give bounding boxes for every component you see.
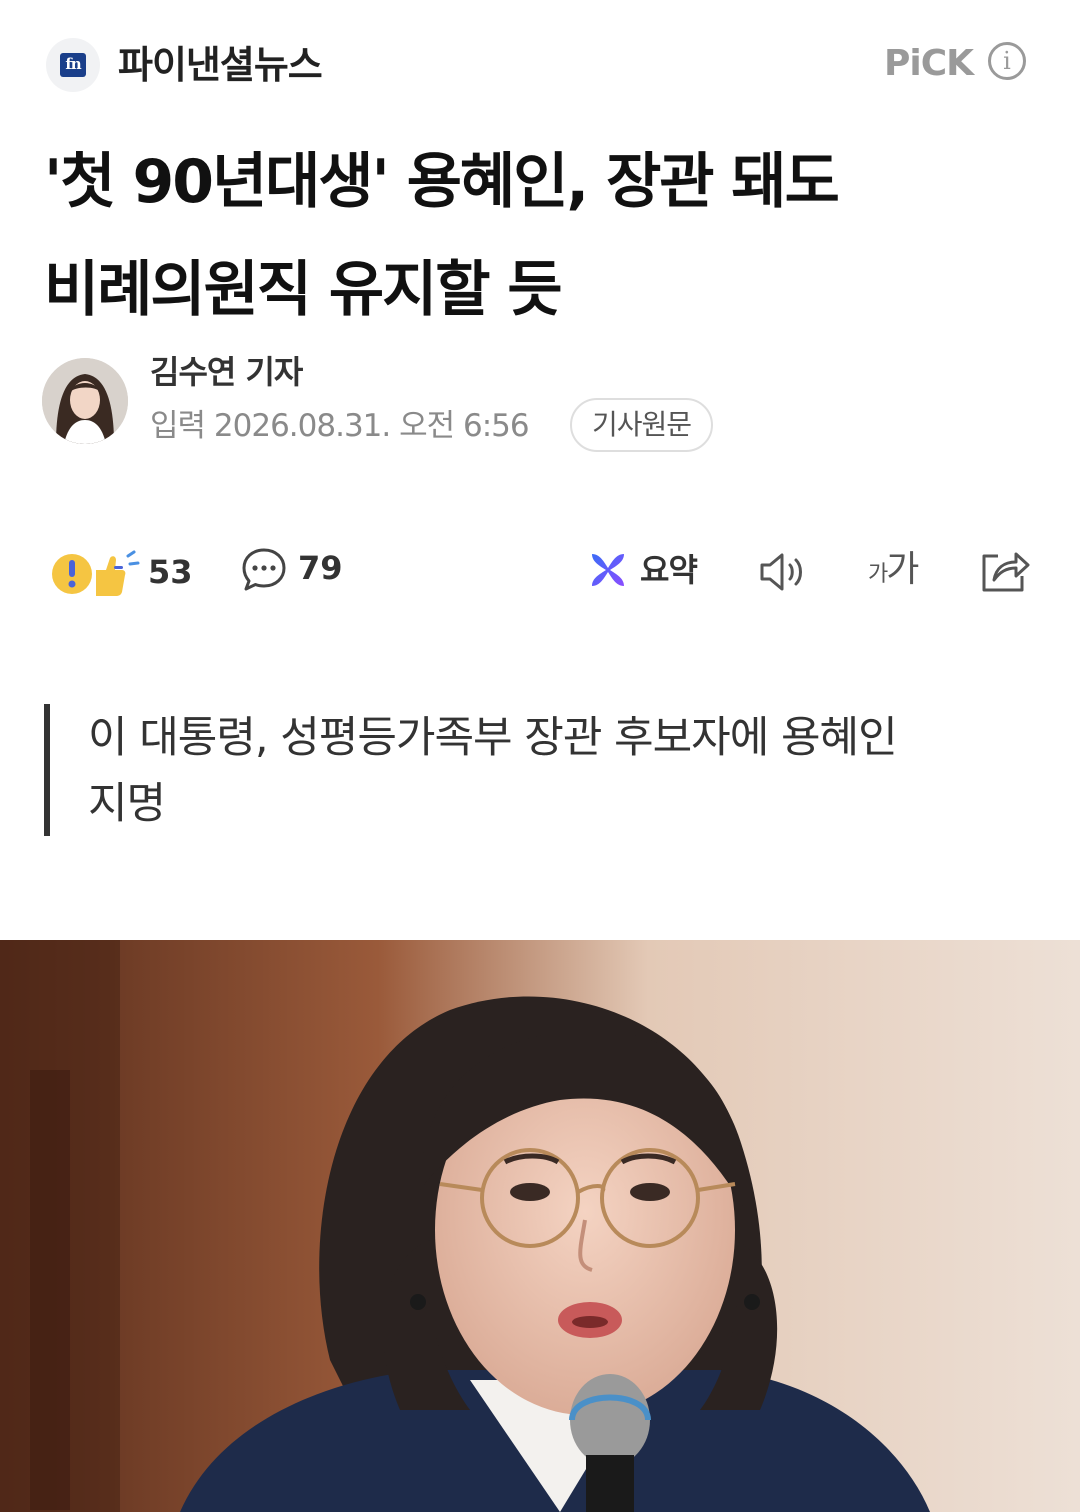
reporter-photo [42,358,128,444]
summary-button[interactable]: 요약 [640,548,698,592]
reporter-name[interactable]: 김수연 기자 [150,350,303,394]
original-article-button[interactable]: 기사원문 [570,398,714,452]
publish-date: 입력 2026.08.31. 오전 6:56 [150,408,530,444]
article-toolbar: 53 79 요약 가가 [0,540,1080,604]
font-size-icon[interactable]: 가가 [868,548,919,592]
article-photo-image [0,940,1080,1512]
reaction-count: 53 [148,553,193,591]
info-icon[interactable]: i [988,42,1026,80]
reaction-icon[interactable] [50,546,142,602]
press-name[interactable]: 파이낸셜뉴스 [118,38,323,92]
speaker-icon[interactable] [758,550,814,594]
summary-icon[interactable] [588,550,628,590]
subhead-line-1: 이 대통령, 성평등가족부 장관 후보자에 용혜인 [88,713,898,763]
article-headline: '첫 90년대생' 용혜인, 장관 돼도 비례의원직 유지할 듯 [44,128,1044,344]
font-size-small: 가 [868,562,888,587]
subhead-line-2: 지명 [88,779,166,829]
headline-line-1: '첫 90년대생' 용혜인, 장관 돼도 [44,147,840,217]
article-photo[interactable] [0,940,1080,1512]
share-icon[interactable] [978,546,1030,596]
press-logo-mark: fn [60,53,86,77]
font-size-big: 가 [886,549,919,590]
comment-count: 79 [298,549,343,587]
comment-icon[interactable] [240,546,288,594]
reporter-avatar[interactable] [42,358,128,444]
pick-badge: PiCK [884,43,974,84]
press-logo[interactable]: fn [46,38,100,92]
article-header: fn 파이낸셜뉴스 PiCK i [0,0,1080,130]
headline-line-2: 비례의원직 유지할 듯 [44,255,563,325]
article-subhead: 이 대통령, 성평등가족부 장관 후보자에 용혜인 지명 [44,704,1004,836]
